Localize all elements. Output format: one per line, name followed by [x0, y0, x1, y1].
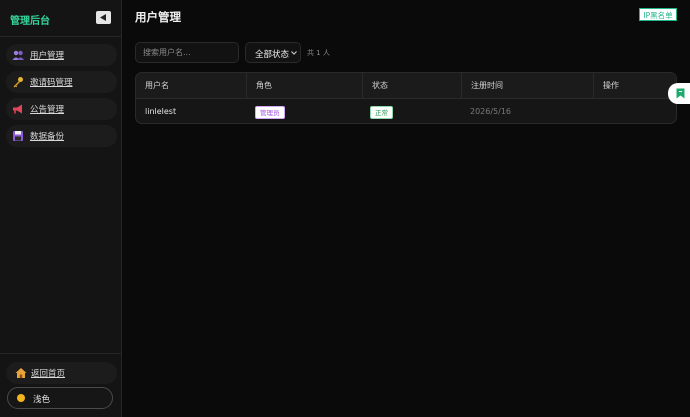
column-header-username: 用户名 [145, 81, 169, 90]
sidebar-item-label: 用户管理 [30, 51, 65, 61]
users-table: 用户名 角色 状态 注册时间 操作 linlelest 管理员 正常 2026/… [135, 72, 677, 124]
sidebar-item-announcements[interactable]: 公告管理 [6, 98, 117, 120]
sidebar-brand: 管理后台 [0, 0, 122, 37]
bookmark-icon [676, 88, 685, 99]
status-filter-select[interactable]: 全部状态 [245, 42, 301, 63]
column-header-status: 状态 [362, 73, 461, 99]
ip-blacklist-button[interactable]: IP黑名单 [639, 8, 677, 21]
sidebar-item-label: 公告管理 [30, 105, 65, 115]
theme-toggle-button[interactable]: 浅色 [7, 387, 113, 409]
column-header-actions: 操作 [593, 73, 676, 99]
back-to-home-link[interactable]: 返回首页 [6, 362, 117, 384]
triangle-left-icon [100, 14, 106, 21]
search-input[interactable] [135, 42, 239, 63]
cell-registered: 2026/5/16 [470, 107, 512, 116]
column-header-role: 角色 [246, 73, 362, 99]
status-filter-value: 全部状态 [255, 50, 290, 60]
sidebar-item-invite-codes[interactable]: 邀请码管理 [6, 71, 117, 93]
sidebar-item-data-backup[interactable]: 数据备份 [6, 125, 117, 147]
table-header: 用户名 角色 状态 注册时间 操作 [136, 73, 676, 99]
cell-actions [593, 99, 676, 123]
back-to-home-label: 返回首页 [31, 369, 66, 379]
house-icon [15, 368, 27, 378]
megaphone-icon [13, 104, 22, 114]
column-header-registered: 注册时间 [461, 73, 593, 99]
sidebar: 管理后台 用户管理 邀请码管理 公告管理 数据备份 返回首页 浅色 [0, 0, 122, 417]
status-badge: 正常 [370, 106, 393, 119]
sun-icon [17, 394, 25, 402]
floppy-disk-icon [13, 131, 23, 141]
sidebar-item-label: 邀请码管理 [30, 78, 73, 88]
sidebar-item-users[interactable]: 用户管理 [6, 44, 117, 66]
sidebar-footer: 返回首页 浅色 [0, 353, 122, 417]
users-icon [12, 50, 24, 60]
floating-side-tab[interactable] [668, 83, 690, 104]
page-title: 用户管理 [135, 10, 181, 24]
total-count: 共 1 人 [307, 49, 330, 57]
theme-toggle-label: 浅色 [33, 395, 51, 405]
table-row: linlelest 管理员 正常 2026/5/16 [136, 99, 676, 123]
brand-title: 管理后台 [10, 16, 50, 27]
cell-username: linlelest [145, 107, 177, 116]
key-icon [13, 77, 23, 88]
chevron-down-icon [291, 51, 297, 55]
collapse-sidebar-button[interactable] [96, 11, 111, 24]
sidebar-item-label: 数据备份 [30, 132, 65, 142]
role-badge: 管理员 [255, 106, 285, 119]
